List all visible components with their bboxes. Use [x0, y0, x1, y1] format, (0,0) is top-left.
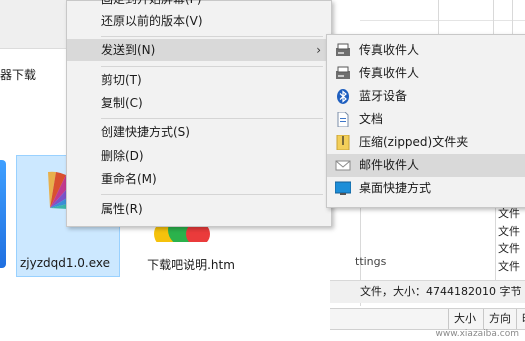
submenu-item-label: 传真收件人 — [359, 66, 420, 80]
status-bar: 文件，大小：4744182010 字节 — [330, 280, 525, 303]
bluetooth-icon — [337, 89, 349, 104]
watermark: www.xiazaiba.com — [435, 329, 519, 339]
grid-line — [438, 0, 439, 34]
menu-item-label: 发送到(N) — [101, 43, 156, 57]
submenu-item-label: 邮件收件人 — [359, 158, 420, 172]
submenu-item-label: 蓝牙设备 — [359, 89, 408, 103]
fax-icon — [336, 43, 350, 56]
column-headers: 大小 方向 时 — [330, 308, 525, 330]
submenu-item-mail[interactable]: 邮件收件人 — [327, 154, 525, 177]
submenu-item-label: 传真收件人 — [359, 43, 420, 57]
menu-item-label: 创建快捷方式(S) — [101, 125, 190, 139]
menu-item-restore-versions[interactable]: 还原以前的版本(V) — [67, 10, 329, 32]
submenu-item-bluetooth[interactable]: 蓝牙设备 — [327, 85, 525, 108]
settings-text: ttings — [355, 255, 387, 268]
menu-item-label: 删除(D) — [101, 149, 144, 163]
submenu-item-fax-1[interactable]: 传真收件人 — [327, 39, 525, 62]
file-name-htm: 下载吧说明.htm — [147, 258, 235, 272]
submenu-item-label: 文档 — [359, 112, 384, 126]
desktop-icon — [335, 181, 351, 195]
menu-item-copy[interactable]: 复制(C) — [67, 92, 329, 114]
submenu-item-fax-2[interactable]: 传真收件人 — [327, 62, 525, 85]
status-text: 文件，大小：4744182010 字节 — [360, 285, 522, 298]
toolbar-strip — [0, 0, 66, 49]
column-blank[interactable] — [366, 309, 451, 329]
column-direction[interactable]: 方向 — [483, 309, 519, 329]
submenu-item-label: 压缩(zipped)文件夹 — [359, 135, 469, 149]
menu-item-cut[interactable]: 剪切(T) — [67, 69, 329, 91]
menu-separator — [101, 118, 323, 119]
menu-item-delete[interactable]: 删除(D) — [67, 145, 329, 167]
window-title-fragment: 器下载 — [0, 68, 37, 82]
list-item: 文件 — [498, 260, 520, 273]
menu-item-label: 剪切(T) — [101, 73, 142, 87]
submenu-item-zip[interactable]: 压缩(zipped)文件夹 — [327, 131, 525, 154]
column-time[interactable]: 时 — [516, 309, 525, 329]
chevron-right-icon: › — [316, 43, 321, 57]
menu-separator — [101, 194, 323, 195]
list-item: 文件 — [498, 225, 520, 238]
submenu-item-documents[interactable]: 文档 — [327, 108, 525, 131]
menu-item-label: 重命名(M) — [101, 172, 157, 186]
grid-line — [512, 0, 513, 34]
partial-app-icon[interactable] — [0, 160, 6, 268]
menu-item-pin-start[interactable]: 固定到开始屏幕(P) — [67, 0, 329, 10]
mail-icon — [335, 160, 351, 171]
menu-separator — [101, 66, 323, 67]
document-icon — [337, 112, 349, 127]
menu-item-send-to[interactable]: 发送到(N) › — [67, 39, 329, 61]
menu-item-label: 复制(C) — [101, 96, 143, 110]
file-name-exe: zjyzdqd1.0.exe — [19, 256, 111, 270]
grid-line — [360, 20, 525, 21]
grid-line — [493, 0, 494, 34]
column-size[interactable]: 大小 — [448, 309, 486, 329]
fax-icon — [336, 66, 350, 79]
context-menu: 固定到开始屏幕(P) 还原以前的版本(V) 发送到(N) › 剪切(T) 复制(… — [66, 0, 332, 227]
menu-separator — [101, 36, 323, 37]
menu-item-properties[interactable]: 属性(R) — [67, 198, 329, 220]
submenu-item-desktop[interactable]: 桌面快捷方式 — [327, 177, 525, 200]
menu-item-label: 固定到开始屏幕(P) — [101, 0, 202, 10]
menu-item-label: 还原以前的版本(V) — [101, 14, 203, 28]
submenu-item-label: 桌面快捷方式 — [359, 181, 432, 195]
menu-item-create-shortcut[interactable]: 创建快捷方式(S) — [67, 121, 329, 143]
list-item: 文件 — [498, 242, 520, 255]
menu-item-rename[interactable]: 重命名(M) — [67, 168, 329, 190]
zip-folder-icon — [336, 135, 350, 150]
send-to-submenu: 传真收件人 传真收件人 蓝牙设备 文档 压缩(zipped)文件夹 邮件收件人 … — [326, 34, 525, 208]
menu-item-label: 属性(R) — [101, 202, 143, 216]
divider — [495, 206, 496, 286]
